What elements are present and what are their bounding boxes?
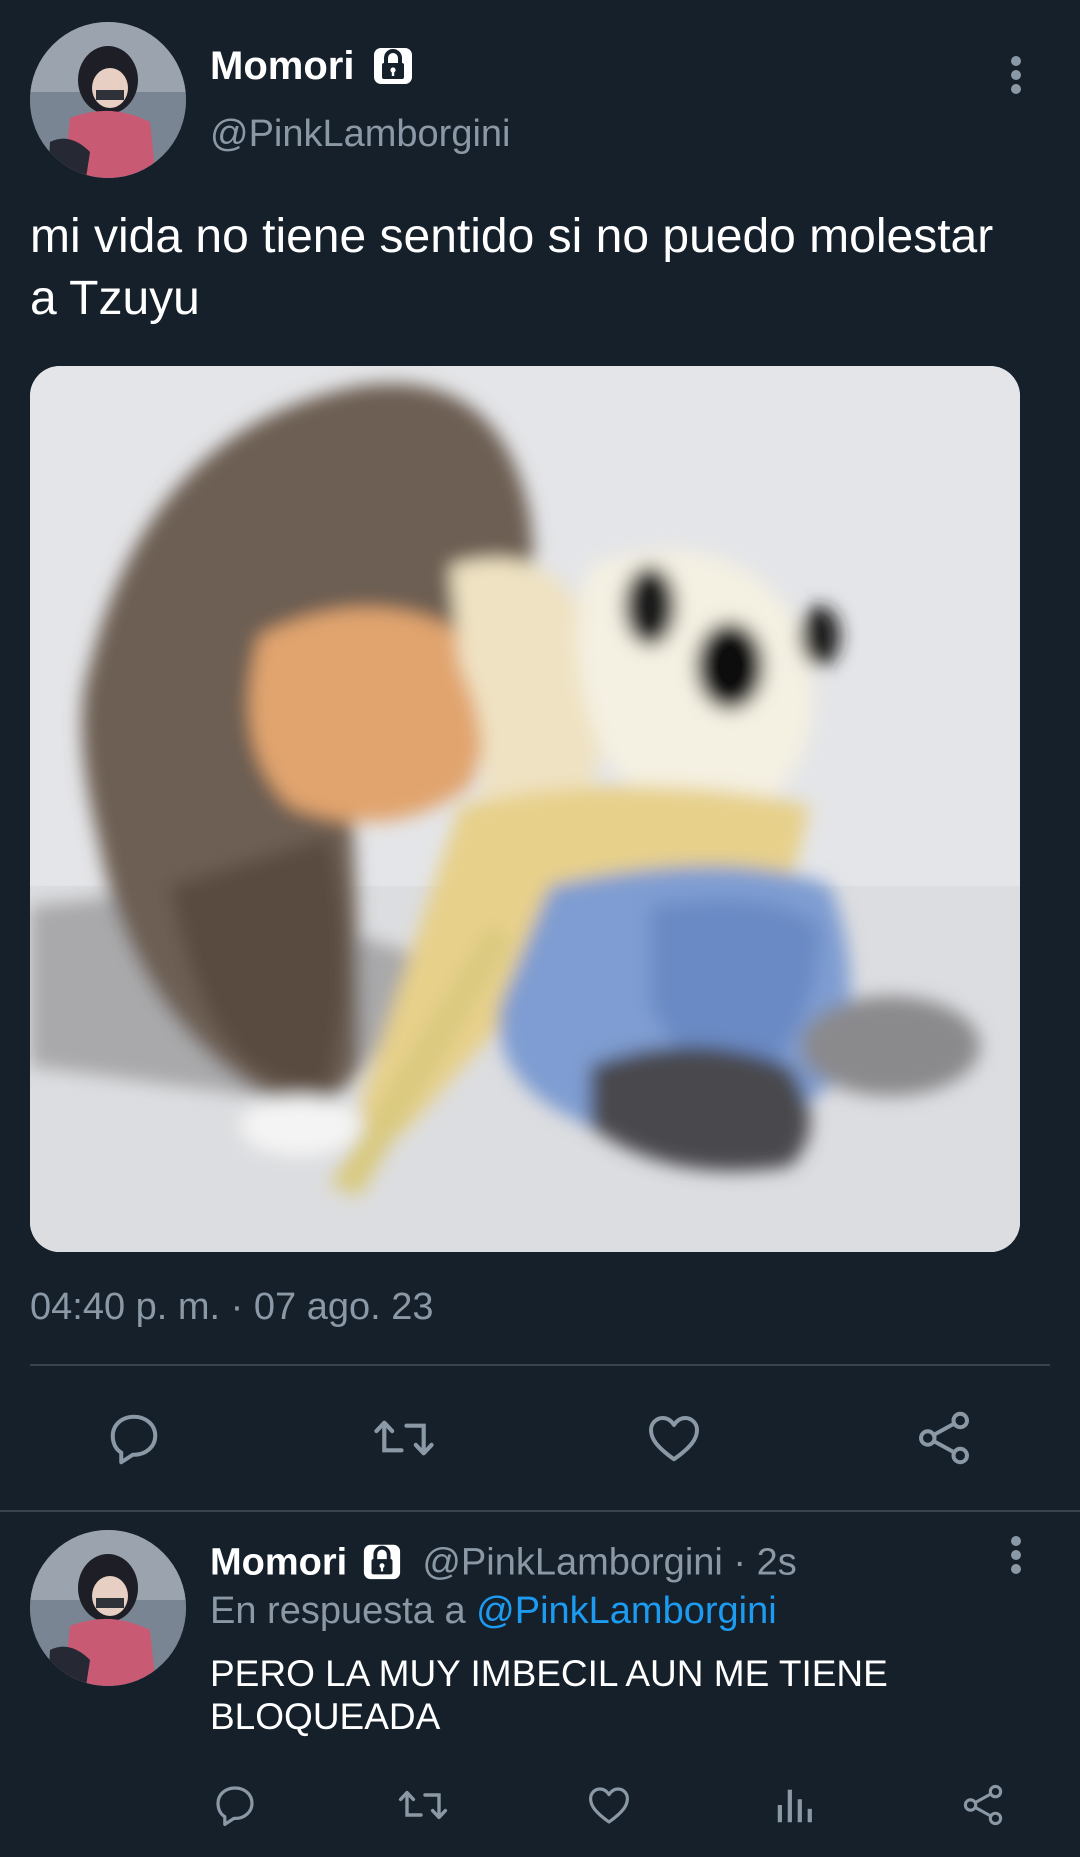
share-button[interactable] [899, 1393, 989, 1483]
share-icon [918, 1411, 970, 1465]
like-icon [589, 1787, 629, 1824]
reply-retweet-button[interactable] [388, 1770, 458, 1840]
reply-author-display-name[interactable]: Momori [210, 1542, 347, 1584]
replying-to: En respuesta a @PinkLamborgini [210, 1590, 777, 1633]
replying-to-prefix: En respuesta a [210, 1590, 466, 1632]
author-display-name[interactable]: Momori [210, 44, 354, 88]
reply-header: Momori @PinkLamborgini · 2s [210, 1541, 797, 1588]
reply-icon [216, 1786, 254, 1826]
thread-separator [0, 1510, 1080, 1512]
lock-icon [362, 1541, 402, 1588]
author-name-row: Momori [210, 44, 414, 93]
retweet-button[interactable] [359, 1393, 449, 1483]
reply-button[interactable] [89, 1393, 179, 1483]
attached-image[interactable] [30, 366, 1020, 1252]
reply-separator: · [733, 1541, 747, 1584]
reply-share-button[interactable] [948, 1770, 1018, 1840]
lock-icon [372, 44, 414, 93]
like-button[interactable] [629, 1393, 719, 1483]
divider [30, 1364, 1050, 1366]
reply-time[interactable]: 2s [757, 1542, 797, 1584]
tweet-text: mi vida no tiene sentido si no puedo mol… [30, 210, 994, 325]
author-handle[interactable]: @PinkLamborgini [210, 115, 511, 153]
reply-more-options-icon[interactable] [996, 1525, 1036, 1585]
reply-author-handle[interactable]: @PinkLamborgini [422, 1542, 723, 1584]
reply-analytics-button[interactable] [760, 1770, 830, 1840]
retweet-icon [398, 1790, 448, 1820]
replying-to-mention[interactable]: @PinkLamborgini [476, 1590, 777, 1632]
share-icon [963, 1784, 1003, 1826]
more-options-icon[interactable] [996, 45, 1036, 105]
reply-icon [110, 1414, 158, 1465]
reply-reply-button[interactable] [200, 1770, 270, 1840]
reply-text: PERO LA MUY IMBECIL AUN ME TIENE BLOQUEA… [210, 1653, 888, 1737]
reply-author-avatar[interactable] [30, 1530, 186, 1686]
retweet-icon [374, 1420, 434, 1456]
analytics-icon [777, 1789, 812, 1823]
tweet-timestamp[interactable]: 04:40 p. m. · 07 ago. 23 [30, 1286, 434, 1329]
author-avatar[interactable] [30, 22, 186, 178]
like-icon [649, 1416, 699, 1462]
reply-like-button[interactable] [574, 1770, 644, 1840]
